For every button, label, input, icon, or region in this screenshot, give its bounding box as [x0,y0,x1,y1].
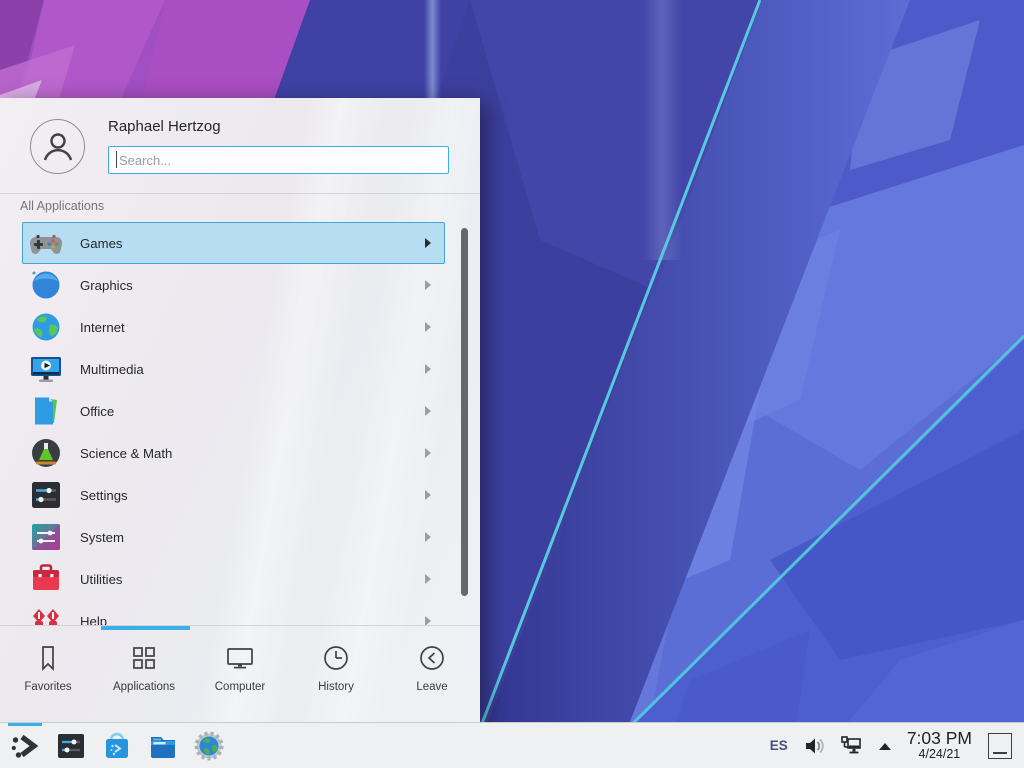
blue-sphere-icon [30,269,62,301]
submenu-arrow-icon [425,532,431,542]
kde-launcher-icon [9,730,41,762]
globe-icon [30,311,62,343]
flask-icon [30,437,62,469]
tab-label: Leave [416,681,447,693]
caret-up-icon [877,741,893,751]
tab-label: Computer [215,681,266,693]
leave-circle-icon [417,643,447,673]
discover-bag-icon [101,730,133,762]
menu-item-graphics[interactable]: Graphics [22,264,445,306]
bookmark-icon [33,643,63,673]
launcher-tabbar: Favorites Applications Computer [0,630,480,722]
system-settings-button[interactable] [48,723,94,768]
submenu-arrow-icon [425,448,431,458]
tab-leave[interactable]: Leave [384,630,480,722]
user-name: Raphael Hertzog [108,118,221,135]
menu-item-office[interactable]: Office [22,390,445,432]
application-launcher-popup: Raphael Hertzog All Applications [0,98,480,722]
system-tray: ES [770,729,1018,762]
menu-item-science-math[interactable]: Science & Math [22,432,445,474]
tab-favorites[interactable]: Favorites [0,630,96,722]
gamepad-icon [30,227,62,259]
menu-item-label: Internet [80,320,125,335]
menu-item-system[interactable]: System [22,516,445,558]
menu-item-settings[interactable]: Settings [22,474,445,516]
tab-label: Applications [113,681,175,693]
menu-item-label: System [80,530,124,545]
clock-date: 4/24/21 [907,748,972,762]
file-manager-button[interactable] [140,723,186,768]
search-input[interactable] [108,146,449,174]
monitor-play-icon [30,353,62,385]
tab-history[interactable]: History [288,630,384,722]
menu-item-multimedia[interactable]: Multimedia [22,348,445,390]
browser-globe-icon [193,730,225,762]
text-cursor [116,151,117,168]
system-settings-icon [55,730,87,762]
desktop: Raphael Hertzog All Applications [0,0,1024,768]
submenu-arrow-icon [425,322,431,332]
menu-item-label: Science & Math [80,446,172,461]
submenu-arrow-icon [425,238,431,248]
dolphin-folder-icon [147,730,179,762]
menu-item-label: Settings [80,488,128,503]
submenu-arrow-icon [425,574,431,584]
network-button[interactable] [839,734,863,758]
document-icon [30,395,62,427]
menu-item-label: Office [80,404,114,419]
menu-item-utilities[interactable]: Utilities [22,558,445,600]
submenu-arrow-icon [425,406,431,416]
tab-applications[interactable]: Applications [96,630,192,722]
discover-button[interactable] [94,723,140,768]
section-label: All Applications [20,199,104,213]
web-browser-button[interactable] [186,723,232,768]
submenu-arrow-icon [425,364,431,374]
header-separator [0,193,480,194]
user-avatar-icon [38,127,78,167]
tabbar-separator [0,625,480,626]
menu-item-label: Utilities [80,572,123,587]
tray-expander-button[interactable] [877,741,893,751]
menu-item-label: Help [80,614,107,626]
submenu-arrow-icon [425,490,431,500]
toolbox-icon [30,563,62,595]
menu-item-games[interactable]: Games [22,222,445,264]
clock-icon [321,643,351,673]
sliders-icon [30,479,62,511]
tab-label: Favorites [24,681,71,693]
user-avatar[interactable] [30,119,85,174]
speaker-icon [803,735,825,757]
menu-item-label: Graphics [80,278,133,293]
volume-button[interactable] [803,735,825,757]
submenu-arrow-icon [425,280,431,290]
grid-icon [129,643,159,673]
digital-clock[interactable]: 7:03 PM 4/24/21 [907,729,972,762]
clock-time: 7:03 PM [907,729,972,748]
tab-label: History [318,681,354,693]
tab-computer[interactable]: Computer [192,630,288,722]
active-task-indicator [8,723,42,726]
show-desktop-button[interactable] [988,733,1012,759]
menu-item-label: Multimedia [80,362,144,377]
application-category-list: Games Graphics [22,222,445,625]
taskbar-panel: ES [0,722,1024,768]
help-icon [30,605,62,625]
list-scrollbar[interactable] [461,228,468,596]
system-sliders-icon [30,521,62,553]
keyboard-layout-indicator[interactable]: ES [770,738,788,753]
application-launcher-button[interactable] [2,723,48,768]
wired-network-icon [839,734,863,758]
menu-item-internet[interactable]: Internet [22,306,445,348]
submenu-arrow-icon [425,616,431,625]
monitor-icon [225,643,255,673]
menu-item-label: Games [80,236,123,251]
menu-item-help[interactable]: Help [22,600,445,625]
